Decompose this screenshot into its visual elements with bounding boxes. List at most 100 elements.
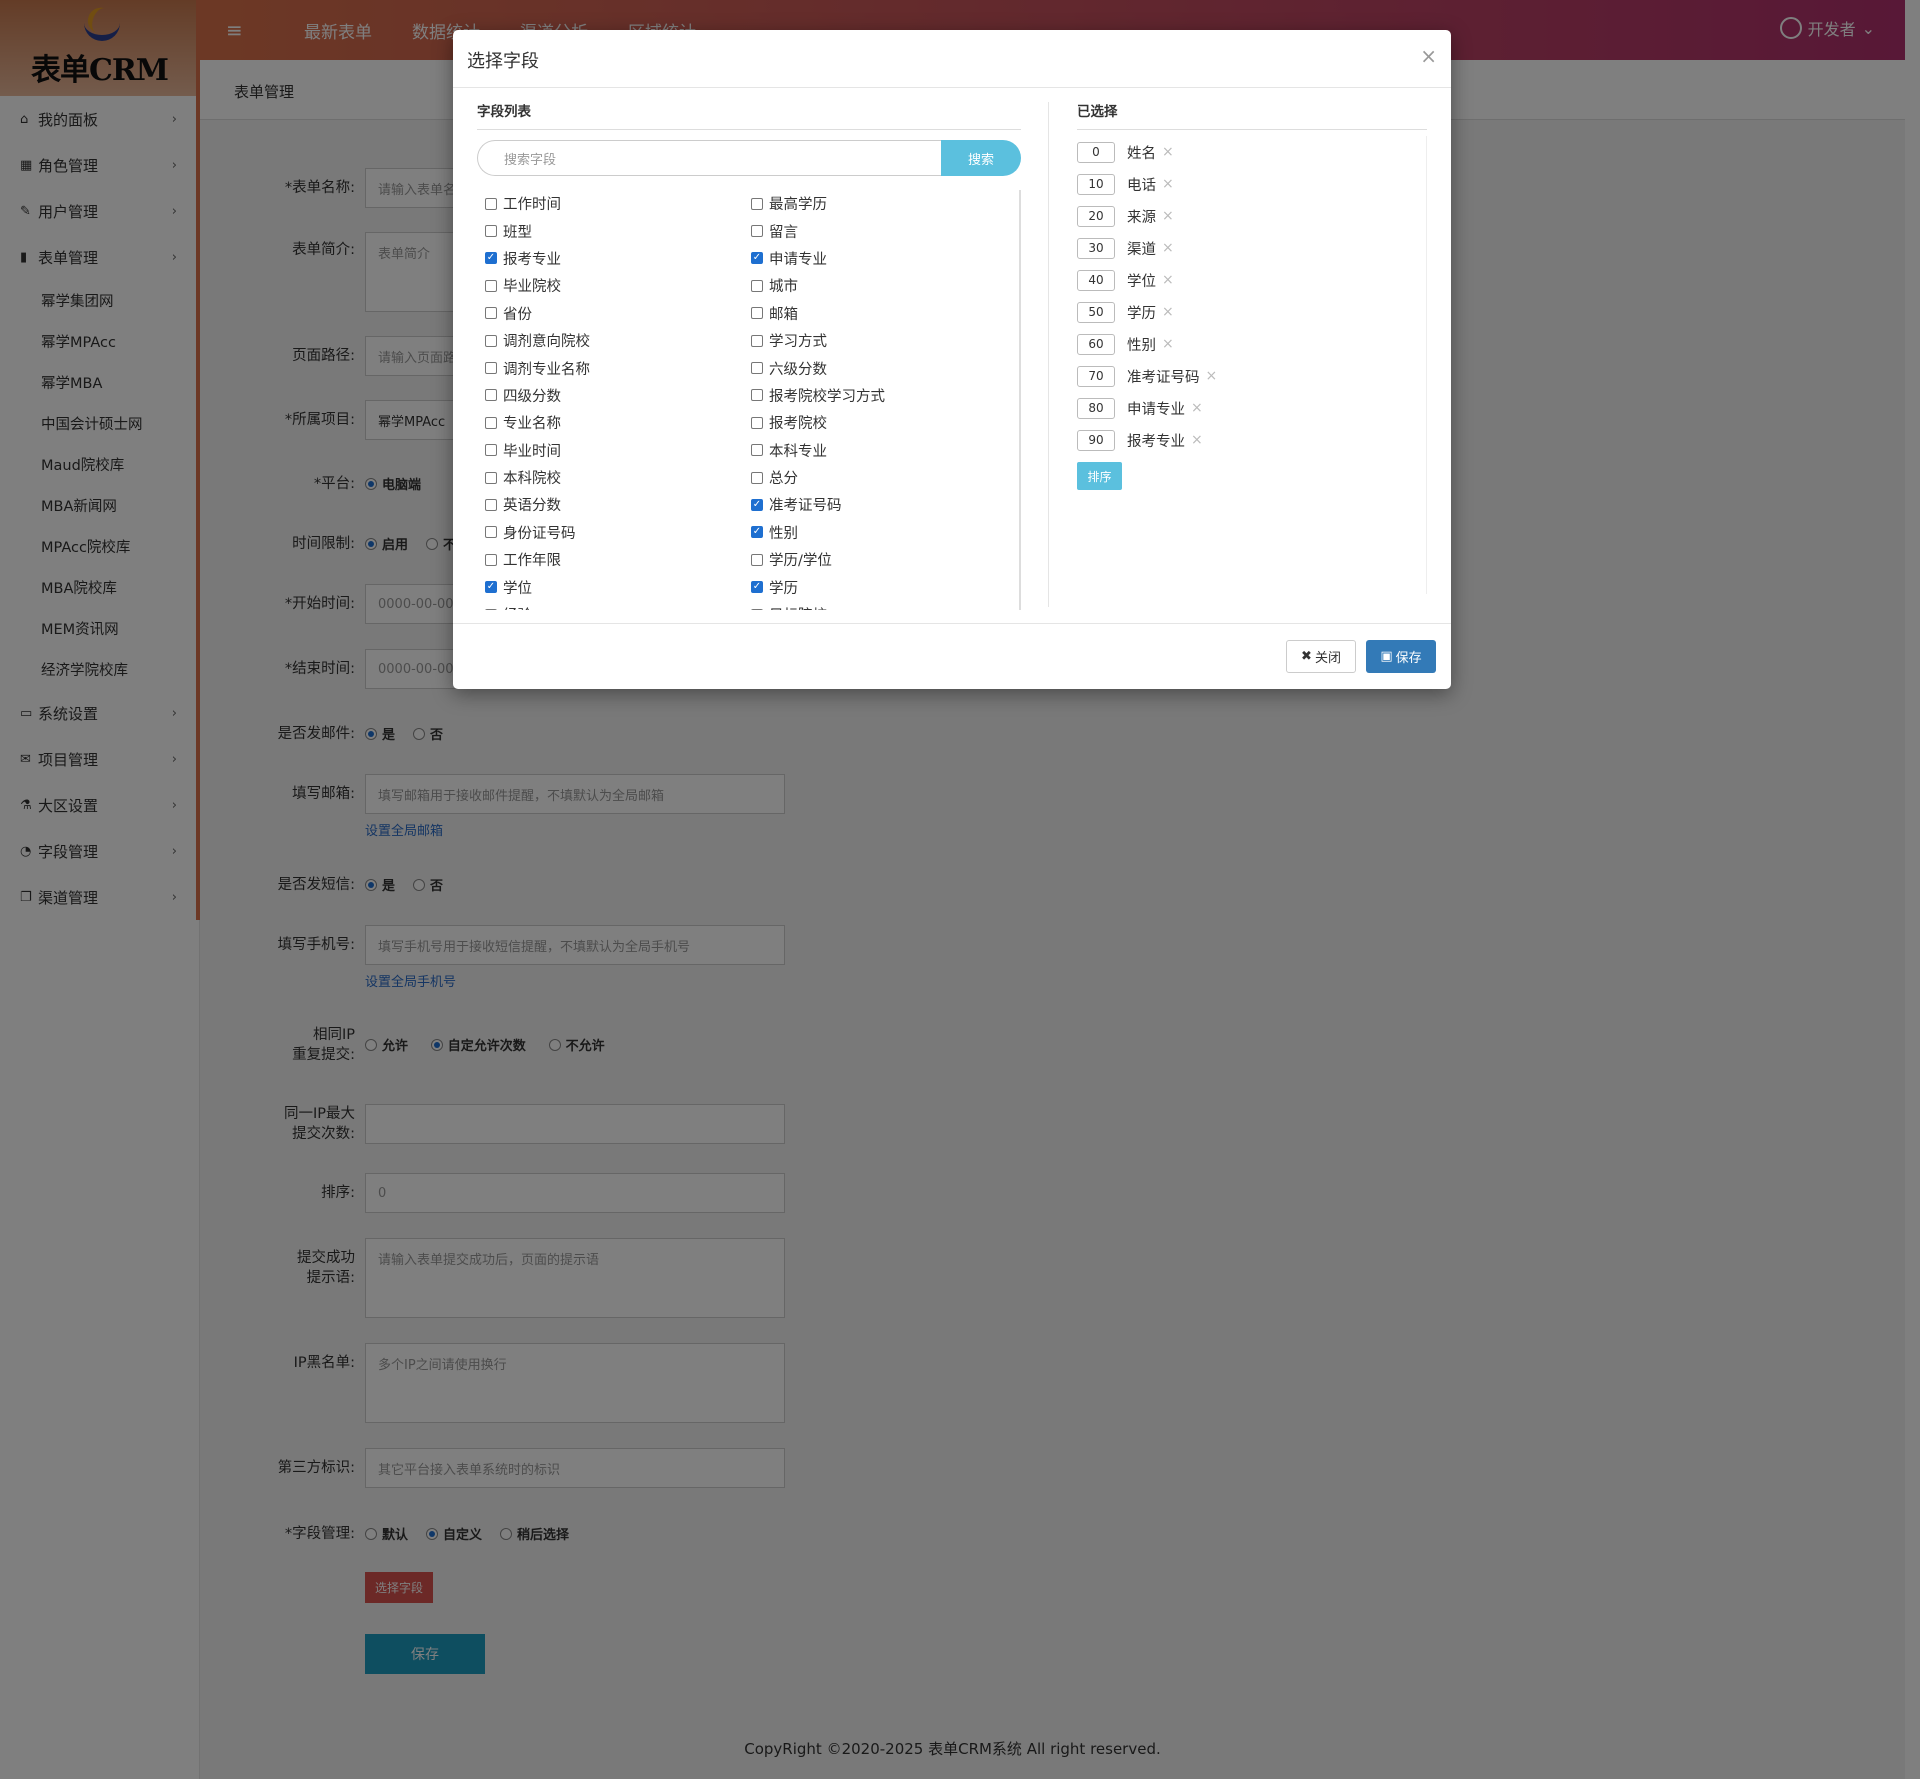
selected-field-label: 性别 <box>1127 337 1156 354</box>
checkbox[interactable] <box>751 197 763 210</box>
checkbox[interactable]: ✓ <box>751 498 763 511</box>
checkbox[interactable] <box>751 362 763 375</box>
field-option[interactable]: 学习方式 <box>751 327 1017 354</box>
checkbox[interactable] <box>751 334 763 347</box>
modal-close-button[interactable]: ✖ 关闭 <box>1286 640 1356 673</box>
field-option[interactable]: 专业名称 <box>485 409 751 436</box>
field-option[interactable]: 最高学历 <box>751 190 1017 217</box>
checkbox[interactable]: ✓ <box>485 581 497 594</box>
field-option[interactable]: ✓ 性别 <box>751 519 1017 546</box>
field-option-label: 身份证号码 <box>503 525 576 542</box>
remove-icon[interactable]: × <box>1162 208 1174 224</box>
field-option[interactable]: 总分 <box>751 464 1017 491</box>
checkbox[interactable] <box>485 608 497 610</box>
field-option[interactable]: 报考院校 <box>751 409 1017 436</box>
field-option[interactable]: 毕业院校 <box>485 272 751 299</box>
checkbox[interactable]: ✓ <box>751 252 763 265</box>
checkbox[interactable] <box>485 444 497 457</box>
checkbox[interactable] <box>751 553 763 566</box>
field-option[interactable]: 省份 <box>485 300 751 327</box>
field-option[interactable]: 毕业时间 <box>485 437 751 464</box>
checkbox[interactable] <box>485 553 497 566</box>
checkbox[interactable] <box>751 608 763 610</box>
field-option[interactable]: ✓ 学历 <box>751 573 1017 600</box>
checkbox[interactable] <box>485 334 497 347</box>
remove-icon[interactable]: × <box>1191 432 1203 448</box>
checkbox[interactable] <box>751 416 763 429</box>
order-input[interactable]: 0 <box>1077 141 1115 163</box>
remove-icon[interactable]: × <box>1162 144 1174 160</box>
checkbox[interactable] <box>485 307 497 320</box>
checkbox[interactable] <box>751 389 763 402</box>
selected-field: 50 学历 × <box>1077 296 1426 328</box>
selected-field-label: 学历 <box>1127 305 1156 322</box>
checkbox[interactable]: ✓ <box>751 581 763 594</box>
field-option[interactable]: ✓ 学位 <box>485 573 751 600</box>
checkbox[interactable] <box>485 526 497 539</box>
scrollbar[interactable] <box>1019 190 1021 485</box>
order-input[interactable]: 90 <box>1077 429 1115 451</box>
field-option[interactable]: 四级分数 <box>485 382 751 409</box>
order-input[interactable]: 30 <box>1077 237 1115 259</box>
field-option[interactable]: 报考院校学习方式 <box>751 382 1017 409</box>
remove-icon[interactable]: × <box>1162 272 1174 288</box>
field-option[interactable]: ✓ 准考证号码 <box>751 491 1017 518</box>
field-option[interactable]: 六级分数 <box>751 354 1017 381</box>
checkbox[interactable] <box>485 362 497 375</box>
order-input[interactable]: 50 <box>1077 301 1115 323</box>
remove-icon[interactable]: × <box>1162 176 1174 192</box>
field-option-label: 本科院校 <box>503 471 561 488</box>
checkbox[interactable] <box>485 498 497 511</box>
sort-button[interactable]: 排序 <box>1077 462 1122 490</box>
field-option[interactable]: 本科专业 <box>751 437 1017 464</box>
remove-icon[interactable]: × <box>1162 240 1174 256</box>
field-option[interactable]: 目标院校 <box>751 601 1017 610</box>
checkbox[interactable] <box>751 225 763 238</box>
checkbox[interactable] <box>485 197 497 210</box>
field-option[interactable]: ✓ 申请专业 <box>751 245 1017 272</box>
field-option[interactable]: 本科院校 <box>485 464 751 491</box>
field-option-label: 调剂专业名称 <box>503 361 590 378</box>
field-option[interactable]: 英语分数 <box>485 491 751 518</box>
checkbox[interactable] <box>751 471 763 484</box>
field-option[interactable]: 邮箱 <box>751 300 1017 327</box>
field-option[interactable]: 身份证号码 <box>485 519 751 546</box>
field-option[interactable]: 调剂意向院校 <box>485 327 751 354</box>
order-input[interactable]: 20 <box>1077 205 1115 227</box>
remove-icon[interactable]: × <box>1162 304 1174 320</box>
checkbox[interactable] <box>751 279 763 292</box>
field-option-label: 省份 <box>503 306 532 323</box>
field-option[interactable]: 学历/学位 <box>751 546 1017 573</box>
field-option[interactable]: 留言 <box>751 217 1017 244</box>
remove-icon[interactable]: × <box>1162 336 1174 352</box>
order-input[interactable]: 80 <box>1077 397 1115 419</box>
order-input[interactable]: 40 <box>1077 269 1115 291</box>
selected-field: 40 学位 × <box>1077 264 1426 296</box>
checkbox[interactable]: ✓ <box>751 526 763 539</box>
field-option[interactable]: 工作年限 <box>485 546 751 573</box>
field-option[interactable]: 城市 <box>751 272 1017 299</box>
order-input[interactable]: 70 <box>1077 365 1115 387</box>
close-icon[interactable]: × <box>1420 44 1437 68</box>
checkbox[interactable] <box>485 471 497 484</box>
field-option[interactable]: 工作时间 <box>485 190 751 217</box>
remove-icon[interactable]: × <box>1191 400 1203 416</box>
checkbox[interactable] <box>485 416 497 429</box>
field-option[interactable]: ✓ 报考专业 <box>485 245 751 272</box>
order-input[interactable]: 60 <box>1077 333 1115 355</box>
checkbox[interactable] <box>751 307 763 320</box>
field-search-input[interactable]: 搜索字段 <box>477 140 941 176</box>
field-option[interactable]: 调剂专业名称 <box>485 354 751 381</box>
field-option[interactable]: 经验 <box>485 601 751 610</box>
field-option-label: 工作时间 <box>503 197 561 214</box>
modal-save-button[interactable]: ▣ 保存 <box>1366 640 1436 673</box>
checkbox[interactable]: ✓ <box>485 252 497 265</box>
order-input[interactable]: 10 <box>1077 173 1115 195</box>
checkbox[interactable] <box>751 444 763 457</box>
checkbox[interactable] <box>485 389 497 402</box>
remove-icon[interactable]: × <box>1206 368 1218 384</box>
checkbox[interactable] <box>485 225 497 238</box>
checkbox[interactable] <box>485 279 497 292</box>
field-option[interactable]: 班型 <box>485 217 751 244</box>
field-search-button[interactable]: 搜索 <box>941 140 1021 176</box>
